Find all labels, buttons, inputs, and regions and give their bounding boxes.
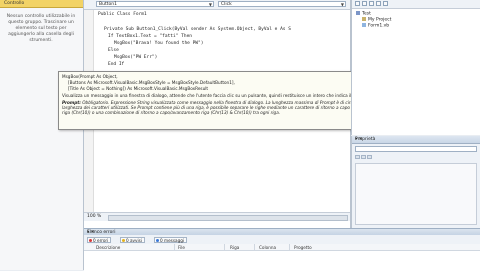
property-pages-icon[interactable] [367,155,372,159]
code-line[interactable]: Public Class Form1 [98,12,147,17]
panel-controls[interactable]: ▾ ✕ [355,137,478,142]
tree-item-label: Test [362,11,371,17]
project-icon [362,17,366,21]
tree-item-solution[interactable]: Test [356,11,371,17]
column-header-column[interactable]: Colonna [259,245,276,250]
tooltip-signature-line: MsgBox(Prompt As Object, [62,74,118,79]
code-line[interactable]: If TextBox1.Text = "fatti" Then [108,34,192,39]
zoom-level[interactable]: 100 % [87,214,101,219]
code-line[interactable]: End If [108,62,124,67]
tree-item-label: My Project [368,17,392,23]
code-line[interactable]: Private Sub Button1_Click(ByVal sender A… [104,27,291,32]
warnings-filter-button[interactable]: 0 avvisi [120,237,146,243]
properties-grid[interactable] [355,163,477,225]
properties-panel: Proprietà ▾ ✕ [351,136,480,228]
event-combo-value: Click [221,2,232,7]
error-icon [89,238,92,242]
properties-object-selector[interactable] [355,146,477,152]
code-line[interactable]: MsgBox("PW Err") [114,55,157,60]
filter-label: 0 errori [93,237,109,243]
code-line[interactable]: Else [108,48,119,53]
error-list-header: Descrizione File Riga Colonna Progetto [84,244,480,251]
object-combo-value: Button1 [99,2,117,7]
filter-label: 0 messaggi [160,237,185,243]
properties-toolbar [355,155,477,160]
horizontal-scrollbar[interactable] [108,215,348,221]
errors-filter-button[interactable]: 0 errori [87,237,112,243]
messages-filter-button[interactable]: 0 messaggi [154,237,188,243]
solution-explorer-toolbar [352,0,480,9]
object-combo[interactable]: Button1 ▼ [96,1,214,7]
form-icon [362,23,366,27]
column-header-project[interactable]: Progetto [294,245,312,250]
column-header-line[interactable]: Riga [230,245,239,250]
event-combo[interactable]: Click ▼ [218,1,346,7]
error-list-panel: Elenco errori ▾ ✕ 0 errori 0 avvisi 0 me… [84,228,480,271]
toolbox-panel: Controllo Nessun controllo utilizzabile … [0,0,84,270]
chevron-down-icon: ▼ [340,2,344,7]
toolbox-group-header[interactable]: Controllo [0,0,83,8]
properties-icon[interactable] [355,1,360,6]
chevron-down-icon: ▼ [208,2,212,7]
tree-item-label: Form1.vb [368,23,390,29]
tree-item-form[interactable]: Form1.vb [362,23,389,29]
warning-icon [122,238,125,242]
column-header-file[interactable]: File [178,245,185,250]
tooltip-signature-line: [Title As Object = Nothing]) As Microsof… [68,86,209,91]
tooltip-signature-line: [Buttons As Microsoft.VisualBasic.MsgBox… [68,80,235,85]
alphabetical-icon[interactable] [361,155,366,159]
solution-explorer: Test My Project Form1.vb [351,0,480,135]
toolbox-group-label: Controllo [4,1,25,6]
show-all-files-icon[interactable] [362,1,367,6]
info-icon [156,238,159,242]
editor-status-strip: 100 % [84,212,350,221]
editor-navigation-bar: Button1 ▼ Click ▼ [84,0,350,10]
refresh-icon[interactable] [369,1,374,6]
categorized-icon[interactable] [355,155,360,159]
solution-icon [356,11,360,15]
filter-label: 0 avvisi [126,237,143,243]
properties-title-bar: Proprietà ▾ ✕ [352,136,480,144]
column-header-description[interactable]: Descrizione [96,245,120,250]
toolbox-empty-message: Nessun controllo utilizzabile in questo … [6,14,76,43]
panel-controls[interactable]: ▾ ✕ [87,230,476,235]
view-designer-icon[interactable] [383,1,388,6]
tree-item-my-project[interactable]: My Project [362,17,391,23]
code-line[interactable]: MsgBox("Brava! You found the PW") [114,41,203,46]
view-code-icon[interactable] [376,1,381,6]
